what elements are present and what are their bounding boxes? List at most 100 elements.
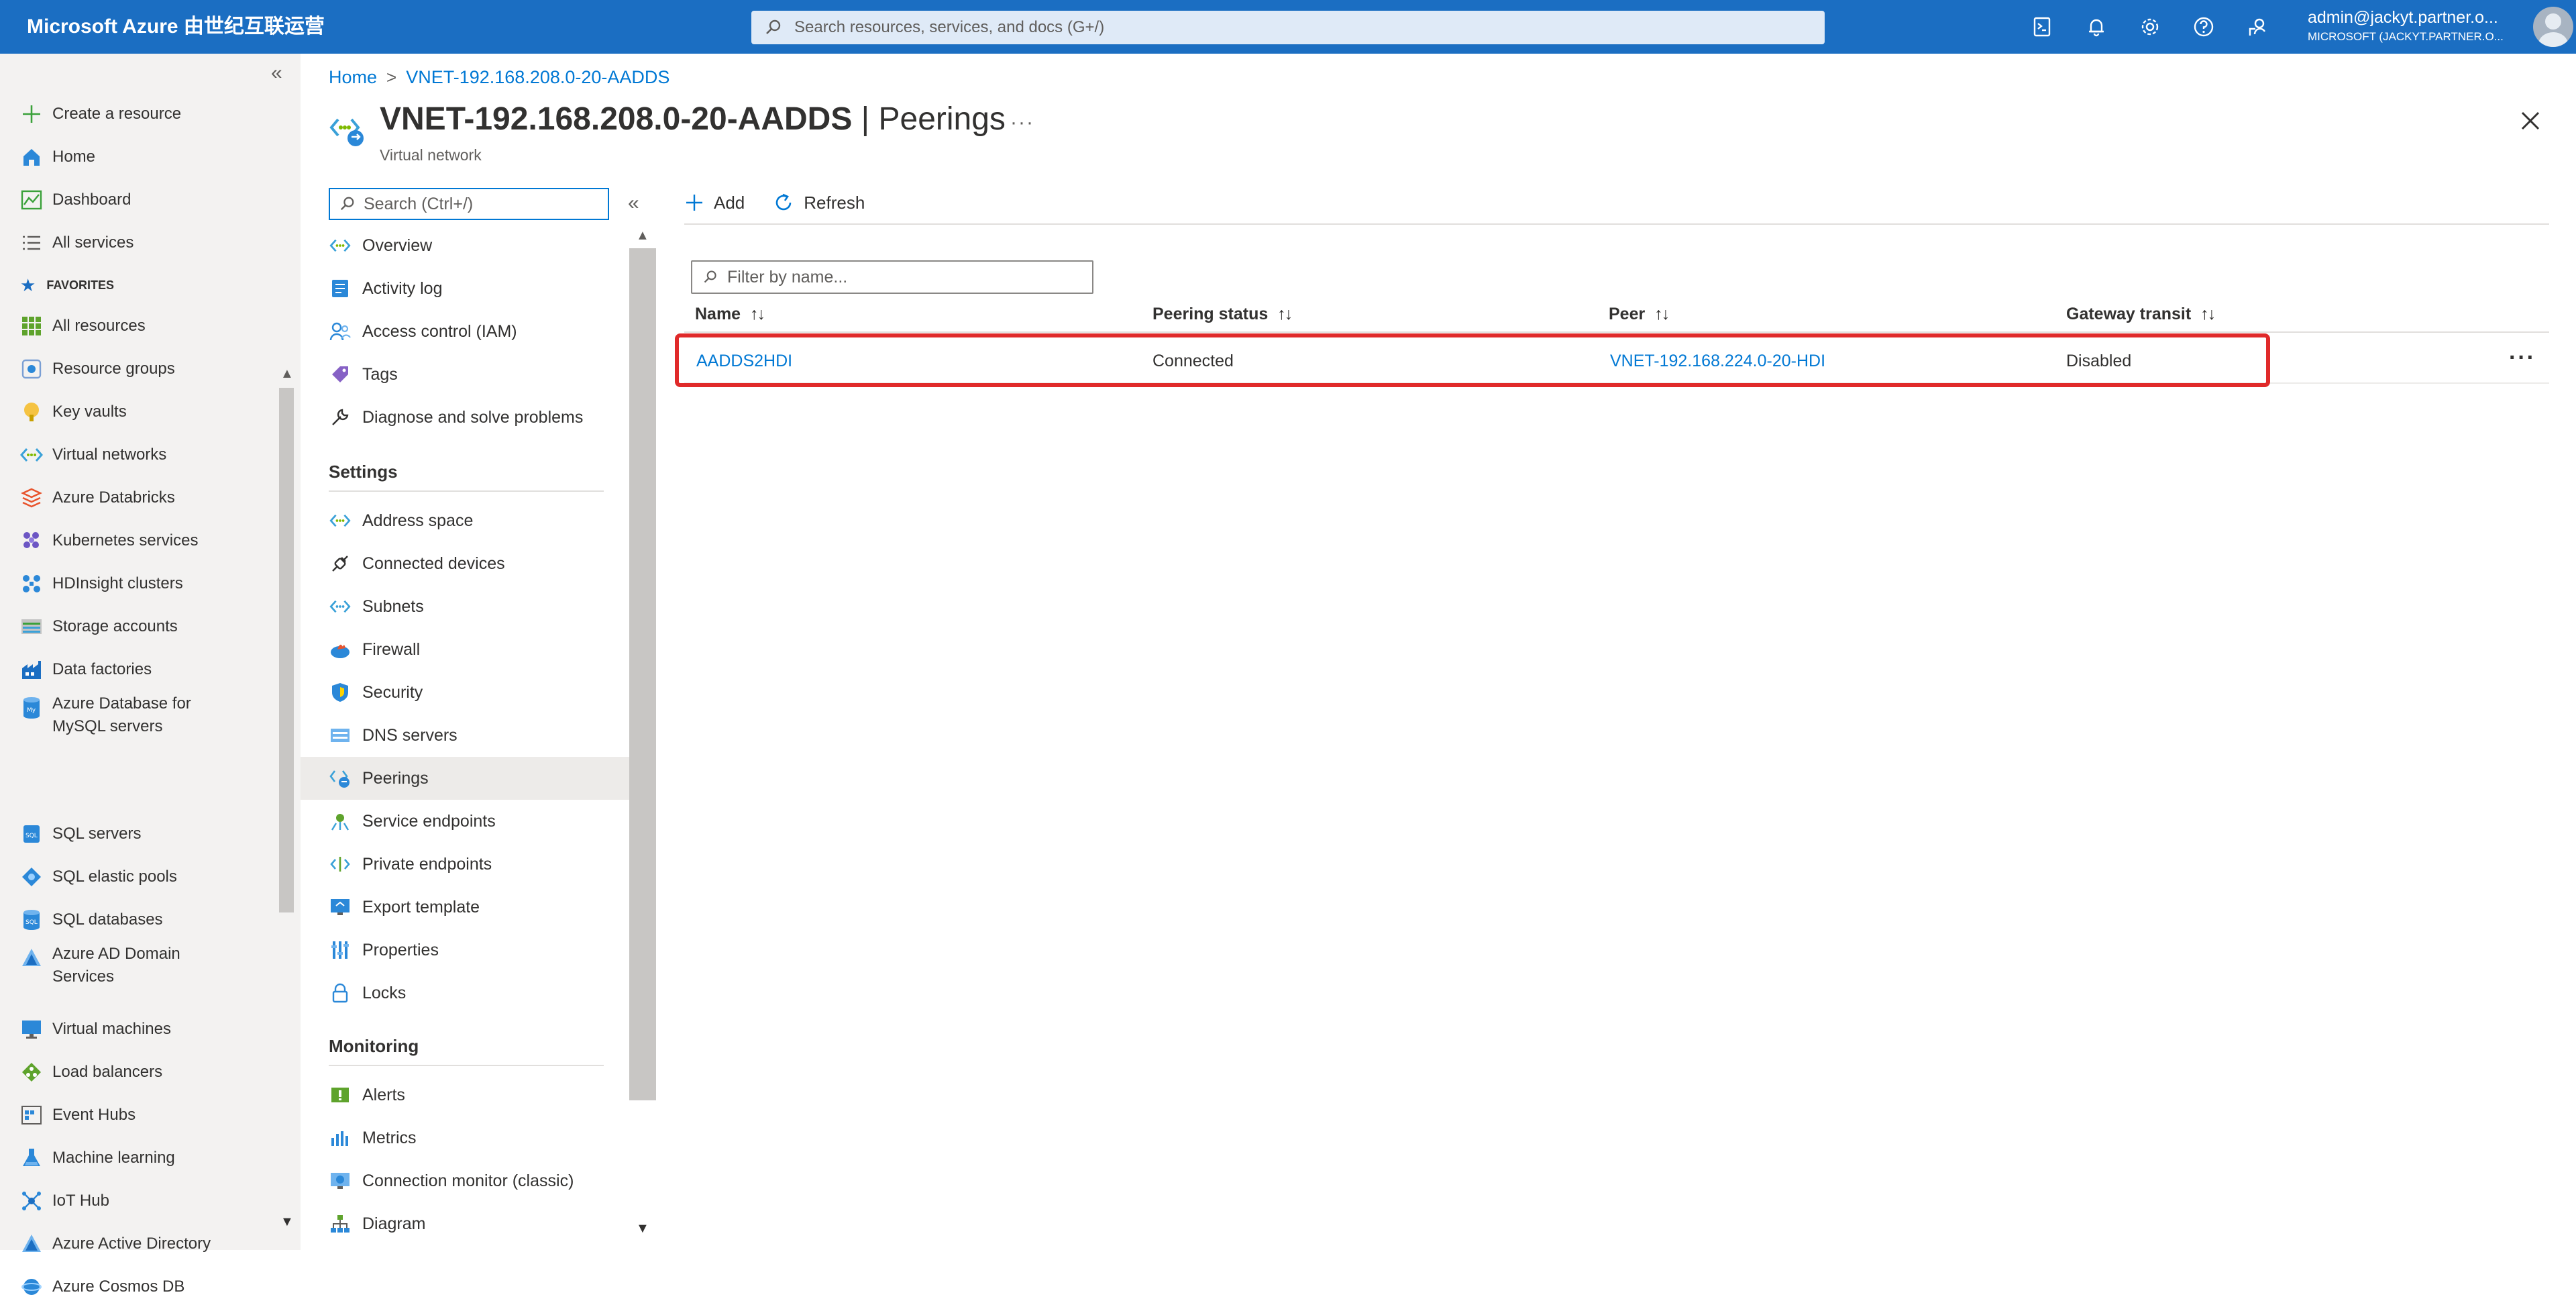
- global-search-input[interactable]: Search resources, services, and docs (G+…: [751, 11, 1825, 44]
- vnet-peering-icon: [329, 118, 364, 146]
- account-menu[interactable]: admin@jackyt.partner.o... MICROSOFT (JAC…: [2308, 8, 2536, 44]
- nav-all-services[interactable]: All services: [0, 223, 282, 263]
- tag-icon: [329, 363, 352, 386]
- nav-label: Resource groups: [52, 360, 175, 378]
- collapse-nav-button[interactable]: «: [271, 62, 282, 85]
- menu-connected-devices[interactable]: Connected devices: [301, 542, 629, 585]
- resource-menu-search-input[interactable]: Search (Ctrl+/): [329, 188, 609, 220]
- nav-azure-cosmos-db[interactable]: Azure Cosmos DB: [0, 1267, 282, 1307]
- vnet-icon: [329, 234, 352, 257]
- nav-storage-accounts[interactable]: Storage accounts: [0, 607, 282, 647]
- scroll-up-arrow-icon[interactable]: ▲: [636, 228, 649, 244]
- nav-machine-learning[interactable]: Machine learning: [0, 1138, 282, 1178]
- nav-resource-groups[interactable]: Resource groups: [0, 349, 282, 389]
- nav-home[interactable]: Home: [0, 137, 282, 177]
- menu-overview[interactable]: Overview: [301, 224, 629, 267]
- menu-security[interactable]: Security: [301, 671, 629, 714]
- plug-icon: [329, 552, 352, 575]
- menu-activity-log[interactable]: Activity log: [301, 267, 629, 310]
- sort-icon: ↑↓: [1277, 305, 1293, 323]
- nav-hdinsight-clusters[interactable]: HDInsight clusters: [0, 564, 282, 604]
- nav-event-hubs[interactable]: Event Hubs: [0, 1095, 282, 1135]
- properties-icon: [329, 939, 352, 961]
- collapse-menu-button[interactable]: «: [628, 192, 639, 215]
- menu-private-endpoints[interactable]: Private endpoints: [301, 843, 629, 886]
- nav-virtual-networks[interactable]: Virtual networks: [0, 435, 282, 475]
- menu-alerts[interactable]: Alerts: [301, 1074, 629, 1116]
- nav-dashboard[interactable]: Dashboard: [0, 180, 282, 220]
- help-icon[interactable]: [2177, 0, 2231, 54]
- column-header-name[interactable]: Name ↑↓: [695, 305, 765, 324]
- nav-virtual-machines[interactable]: Virtual machines: [0, 1009, 282, 1049]
- portal-brand[interactable]: Microsoft Azure 由世纪互联运营: [27, 0, 325, 54]
- notifications-icon[interactable]: [2070, 0, 2123, 54]
- dns-icon: [329, 724, 352, 747]
- nav-label: All resources: [52, 317, 146, 335]
- scroll-down-arrow-icon[interactable]: ▼: [280, 1214, 294, 1230]
- settings-icon[interactable]: [2123, 0, 2177, 54]
- left-nav-scrollbar[interactable]: ▲ ▼: [276, 309, 297, 1248]
- hdinsight-icon: [20, 572, 43, 595]
- nav-label: Machine learning: [52, 1149, 175, 1167]
- scroll-down-arrow-icon[interactable]: ▼: [636, 1221, 649, 1237]
- column-header-peer[interactable]: Peer ↑↓: [1609, 305, 1670, 324]
- nav-key-vaults[interactable]: Key vaults: [0, 392, 282, 432]
- menu-peerings[interactable]: Peerings: [301, 757, 629, 800]
- avatar[interactable]: [2533, 7, 2573, 47]
- nav-all-resources[interactable]: All resources: [0, 306, 282, 346]
- menu-firewall[interactable]: Firewall: [301, 628, 629, 671]
- menu-properties[interactable]: Properties: [301, 929, 629, 972]
- nav-kubernetes-services[interactable]: Kubernetes services: [0, 521, 282, 561]
- nav-azure-ad-domain-services[interactable]: Azure AD Domain Services: [0, 943, 282, 994]
- column-header-peering-status[interactable]: Peering status ↑↓: [1152, 305, 1293, 324]
- menu-metrics[interactable]: Metrics: [301, 1116, 629, 1159]
- close-icon[interactable]: [2517, 107, 2544, 134]
- resource-menu: Search (Ctrl+/) « Overview Activity log …: [301, 180, 639, 1250]
- menu-connection-monitor[interactable]: Connection monitor (classic): [301, 1159, 629, 1202]
- menu-diagnose[interactable]: Diagnose and solve problems: [301, 396, 629, 439]
- feedback-icon[interactable]: [2231, 0, 2284, 54]
- menu-diagram[interactable]: Diagram: [301, 1202, 629, 1245]
- nav-label: Azure AD Domain Services: [52, 945, 180, 986]
- page-title: VNET-192.168.208.0-20-AADDS | Peerings: [380, 101, 1006, 137]
- menu-locks[interactable]: Locks: [301, 972, 629, 1014]
- nav-sql-databases[interactable]: SQL SQL databases: [0, 900, 282, 940]
- key-vault-icon: [20, 401, 43, 423]
- nav-azure-active-directory[interactable]: Azure Active Directory: [0, 1224, 282, 1264]
- scroll-up-arrow-icon[interactable]: ▲: [280, 366, 294, 382]
- nav-label: Kubernetes services: [52, 531, 199, 550]
- account-name: admin@jackyt.partner.o...: [2308, 8, 2498, 27]
- shield-icon: [329, 681, 352, 704]
- connection-monitor-icon: [329, 1169, 352, 1192]
- more-options-button[interactable]: ···: [1010, 111, 1034, 134]
- nav-load-balancers[interactable]: Load balancers: [0, 1052, 282, 1092]
- refresh-button[interactable]: Refresh: [773, 192, 865, 213]
- add-button[interactable]: Add: [684, 193, 745, 213]
- nav-sql-servers[interactable]: SQL SQL servers: [0, 814, 282, 854]
- scrollbar-thumb[interactable]: [629, 248, 656, 1100]
- portal-left-nav: « Create a resource Home Dashboard All s…: [0, 54, 301, 1296]
- menu-access-control[interactable]: Access control (IAM): [301, 310, 629, 353]
- cloud-shell-icon[interactable]: [2016, 0, 2070, 54]
- column-header-gateway-transit[interactable]: Gateway transit ↑↓: [2066, 305, 2216, 324]
- nav-label: Azure Database for MySQL servers: [52, 694, 191, 735]
- filter-by-name-input[interactable]: Filter by name...: [691, 260, 1093, 294]
- row-more-actions-button[interactable]: ···: [2509, 345, 2536, 371]
- nav-label: SQL elastic pools: [52, 868, 177, 886]
- scrollbar-thumb[interactable]: [279, 388, 294, 912]
- menu-address-space[interactable]: Address space: [301, 499, 629, 542]
- nav-azure-databricks[interactable]: Azure Databricks: [0, 478, 282, 518]
- nav-iot-hub[interactable]: IoT Hub: [0, 1181, 282, 1221]
- menu-export-template[interactable]: Export template: [301, 886, 629, 929]
- menu-tags[interactable]: Tags: [301, 353, 629, 396]
- resource-menu-scrollbar[interactable]: ▲ ▼: [629, 228, 656, 1250]
- nav-sql-elastic-pools[interactable]: SQL elastic pools: [0, 857, 282, 897]
- menu-subnets[interactable]: Subnets: [301, 585, 629, 628]
- menu-dns-servers[interactable]: DNS servers: [301, 714, 629, 757]
- nav-create-resource[interactable]: Create a resource: [0, 94, 282, 134]
- breadcrumb-resource[interactable]: VNET-192.168.208.0-20-AADDS: [406, 67, 669, 88]
- nav-data-factories[interactable]: Data factories: [0, 649, 282, 690]
- menu-service-endpoints[interactable]: Service endpoints: [301, 800, 629, 843]
- nav-azure-database-mysql[interactable]: My Azure Database for MySQL servers: [0, 692, 282, 743]
- breadcrumb-home[interactable]: Home: [329, 67, 377, 88]
